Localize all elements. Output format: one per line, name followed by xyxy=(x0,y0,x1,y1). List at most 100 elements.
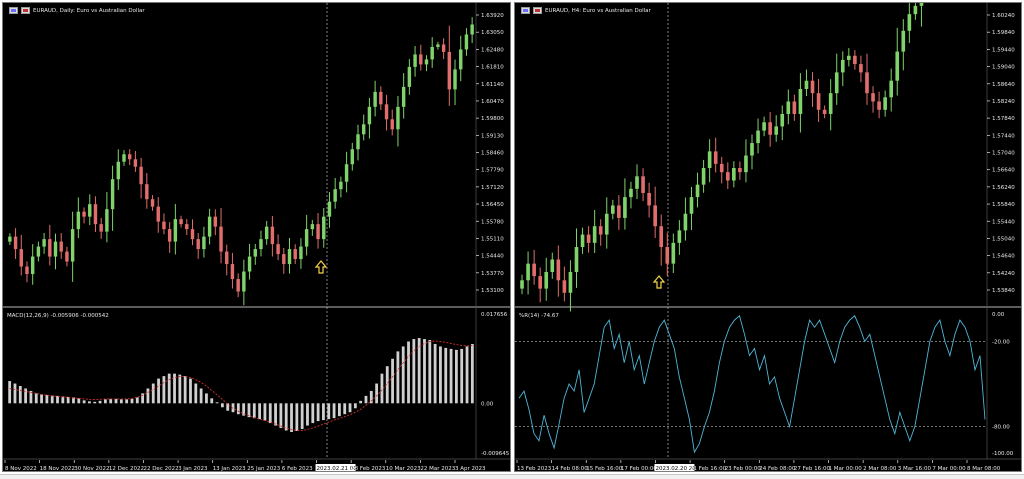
macd-tick-label: 0.00 xyxy=(481,401,494,407)
up-arrow-icon[interactable] xyxy=(314,260,328,274)
macd-histogram-bar xyxy=(454,349,458,404)
daily-candle xyxy=(76,211,81,230)
daily-candle xyxy=(304,229,309,247)
price-tick-label: 1.56450 xyxy=(481,202,504,208)
macd-histogram-bar xyxy=(18,385,22,404)
h4-candle xyxy=(919,3,924,6)
macd-histogram-bar xyxy=(45,394,49,404)
up-arrow-icon[interactable] xyxy=(652,275,666,289)
h4-chart-canvas[interactable]: 1.60240 1.59840 1.59440 1.59040 1.58640 1.582… xyxy=(515,3,1022,472)
daily-candle xyxy=(344,164,349,182)
h4-candle xyxy=(786,101,791,114)
h4-candle xyxy=(695,184,700,198)
h4-candle xyxy=(834,72,839,94)
chart-window-h4[interactable]: 1.60240 1.59840 1.59440 1.59040 1.58640 1.582… xyxy=(514,2,1022,472)
macd-histogram-bar xyxy=(151,383,155,404)
chart-title-bar: EURAUD, Daily: Euro vs Australian Dollar xyxy=(9,7,145,14)
daily-candle xyxy=(167,229,172,242)
price-tick-label: 1.63050 xyxy=(481,30,504,36)
daily-candle xyxy=(293,249,297,260)
macd-histogram-bar xyxy=(178,374,182,404)
price-tick-label: 1.59130 xyxy=(481,133,504,139)
h4-candle xyxy=(822,109,827,114)
daily-candle xyxy=(230,264,235,280)
macd-histogram-bar xyxy=(103,399,107,404)
daily-candle xyxy=(82,211,86,217)
macd-histogram-bar xyxy=(24,388,28,404)
daily-candle xyxy=(259,239,263,250)
macd-histogram-bar xyxy=(322,403,325,421)
macd-histogram-bar xyxy=(460,348,464,404)
macd-histogram-bar xyxy=(157,378,160,404)
h4-candle xyxy=(840,59,845,73)
daily-candle xyxy=(190,229,195,240)
h4-candle xyxy=(774,126,779,135)
daily-candle xyxy=(401,86,406,107)
h4-candle xyxy=(901,30,906,52)
daily-candle xyxy=(430,46,434,60)
chart-window-icon xyxy=(521,7,530,14)
macd-histogram-bar xyxy=(375,383,379,404)
date-tick-label: 10 Mar 2023 xyxy=(386,466,421,472)
daily-candle xyxy=(110,179,115,210)
h4-candle xyxy=(701,168,706,185)
daily-chart-canvas[interactable]: 1.63920 1.63050 1.62480 1.61810 1.61140 1.604… xyxy=(3,3,511,472)
h4-candle xyxy=(804,80,809,90)
macd-histogram-bar xyxy=(210,398,214,404)
macd-histogram-bar xyxy=(428,340,432,404)
daily-candle xyxy=(88,204,92,217)
chart-window-daily[interactable]: 1.63920 1.63050 1.62480 1.61810 1.61140 1.604… xyxy=(2,2,511,472)
h4-candle xyxy=(653,205,657,227)
macd-histogram-bar xyxy=(380,373,384,404)
price-tick-label: 1.54240 xyxy=(992,271,1015,277)
h4-candle xyxy=(574,247,579,272)
daily-candle xyxy=(413,54,417,67)
daily-candle xyxy=(8,236,12,242)
macd-histogram-bar xyxy=(316,403,320,422)
daily-candle xyxy=(310,224,315,230)
daily-candle xyxy=(202,236,206,250)
h4-candle xyxy=(659,226,664,248)
macd-histogram-bar xyxy=(189,378,192,404)
h4-candle xyxy=(853,55,857,65)
daily-candle xyxy=(70,229,75,262)
macd-tick-label: 0.017656 xyxy=(481,312,508,318)
h4-candle xyxy=(556,259,561,281)
daily-candle xyxy=(384,104,389,120)
price-tick-label: 1.55840 xyxy=(992,202,1015,208)
h4-candle xyxy=(907,14,912,31)
macd-histogram-bar xyxy=(135,397,139,404)
h4-candle xyxy=(889,80,894,98)
price-tick-label: 1.59800 xyxy=(481,116,504,122)
daily-candle xyxy=(19,249,23,267)
daily-candle xyxy=(396,106,400,130)
daily-candle xyxy=(441,44,446,52)
daily-candle xyxy=(48,239,52,257)
macd-histogram-bar xyxy=(56,395,59,404)
daily-candle xyxy=(419,54,423,65)
date-tick-label: 23 Feb 00:00 xyxy=(725,466,762,472)
daily-candle xyxy=(322,216,326,240)
daily-candle xyxy=(116,161,121,180)
macd-histogram-bar xyxy=(396,351,400,404)
macd-histogram-bar xyxy=(337,403,341,417)
macd-histogram-bar xyxy=(311,403,315,424)
daily-candle xyxy=(264,226,269,240)
macd-histogram-bar xyxy=(449,348,453,404)
price-tick-label: 1.54640 xyxy=(992,254,1015,260)
h4-candle xyxy=(568,271,573,293)
daily-candle xyxy=(242,271,246,292)
price-tick-label: 1.62480 xyxy=(481,47,504,53)
macd-histogram-bar xyxy=(8,381,12,404)
macd-histogram-bar xyxy=(364,395,368,404)
h4-candle xyxy=(562,280,567,293)
date-tick-label: 22 Mar 2023 xyxy=(420,466,455,472)
wpr-label: %R(14) -74.67 xyxy=(519,313,559,319)
daily-candle xyxy=(93,204,98,225)
daily-candle xyxy=(127,154,132,160)
daily-candle xyxy=(361,124,366,135)
date-tick-label: 3 Jan 2023 xyxy=(178,466,208,472)
daily-candle xyxy=(287,249,292,265)
macd-histogram-bar xyxy=(332,403,336,419)
daily-candle xyxy=(407,66,412,87)
